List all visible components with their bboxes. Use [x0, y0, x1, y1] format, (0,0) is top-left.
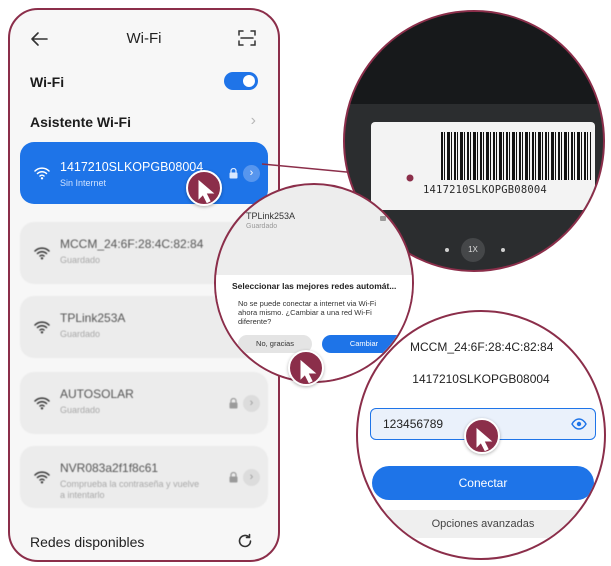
wifi-toggle[interactable] [224, 72, 258, 90]
lock-icon [229, 472, 238, 483]
advanced-options-button[interactable]: Opciones avanzadas [382, 510, 584, 538]
camera-zoom-level[interactable]: 1X [461, 238, 485, 262]
camera-dot [445, 248, 449, 252]
eye-icon[interactable] [571, 418, 587, 430]
pointer-cursor-icon [464, 418, 500, 454]
network-name: 1417210SLKOPGB08004 [60, 160, 204, 174]
serial-number: 1417210SLKOPGB08004 [423, 184, 547, 196]
scan-qr-icon[interactable] [238, 29, 256, 47]
network-details-arrow-icon[interactable]: › [243, 469, 260, 486]
available-networks-label: Redes disponibles [30, 534, 145, 550]
network-status: Guardado [60, 405, 101, 415]
barcode-icon [441, 132, 591, 180]
wifi-signal-icon [34, 247, 50, 260]
lock-icon [380, 216, 386, 221]
toggle-knob [243, 75, 255, 87]
chevron-right-icon: › [250, 112, 256, 129]
available-networks-row: Redes disponibles [30, 530, 258, 552]
dialog-title: Seleccionar las mejores redes automát... [232, 281, 397, 291]
network-name: TPLink253A [60, 311, 126, 325]
lock-icon [229, 398, 238, 409]
background-network-name: TPLink253A [246, 211, 296, 221]
serial-sticker: 1417210SLKOPGB08004 [371, 122, 595, 210]
network-name: AUTOSOLAR [60, 387, 134, 401]
network-status: Guardado [60, 255, 101, 265]
network-item[interactable]: AUTOSOLAR Guardado › [20, 372, 268, 434]
wifi-toggle-row: Wi-Fi [30, 68, 258, 94]
network-name: NVR083a2f1f8c61 [60, 461, 159, 475]
network-ssid: 1417210SLKOPGB08004 [412, 372, 550, 386]
connect-button[interactable]: Conectar [372, 466, 594, 500]
device-casing [345, 12, 603, 104]
wifi-signal-icon [34, 397, 50, 410]
lock-icon [229, 168, 238, 179]
camera-dot [501, 248, 505, 252]
refresh-icon[interactable] [236, 532, 254, 550]
password-value: 123456789 [383, 417, 444, 431]
network-item-selected[interactable]: 1417210SLKOPGB08004 Sin Internet › [20, 142, 268, 204]
network-status: Sin Internet [60, 178, 107, 188]
pointer-cursor-icon [186, 170, 222, 206]
network-name: MCCM_24:6F:28:4C:82:84 [60, 237, 204, 251]
network-status: Comprueba la contraseña y vuelve a inten… [60, 479, 200, 500]
previous-network-name: MCCM_24:6F:28:4C:82:84 [410, 340, 554, 354]
network-status: Guardado [60, 329, 101, 339]
wifi-assistant-label: Asistente Wi-Fi [30, 114, 131, 130]
dialog-message: No se puede conectar a internet via Wi-F… [238, 299, 376, 326]
wifi-toggle-label: Wi-Fi [30, 74, 65, 90]
network-item[interactable]: NVR083a2f1f8c61 Comprueba la contraseña … [20, 446, 268, 508]
header-bar: Wi-Fi [10, 24, 278, 54]
wifi-signal-icon [34, 471, 50, 484]
network-details-arrow-icon[interactable]: › [243, 165, 260, 182]
network-details-arrow-icon[interactable]: › [243, 395, 260, 412]
wifi-signal-icon [34, 167, 50, 180]
wifi-signal-icon [34, 321, 50, 334]
connector-end-dot [406, 174, 414, 182]
pointer-cursor-icon [288, 350, 324, 386]
wifi-assistant-row[interactable]: Asistente Wi-Fi › [30, 108, 258, 134]
background-network-status: Guardado [246, 223, 278, 230]
